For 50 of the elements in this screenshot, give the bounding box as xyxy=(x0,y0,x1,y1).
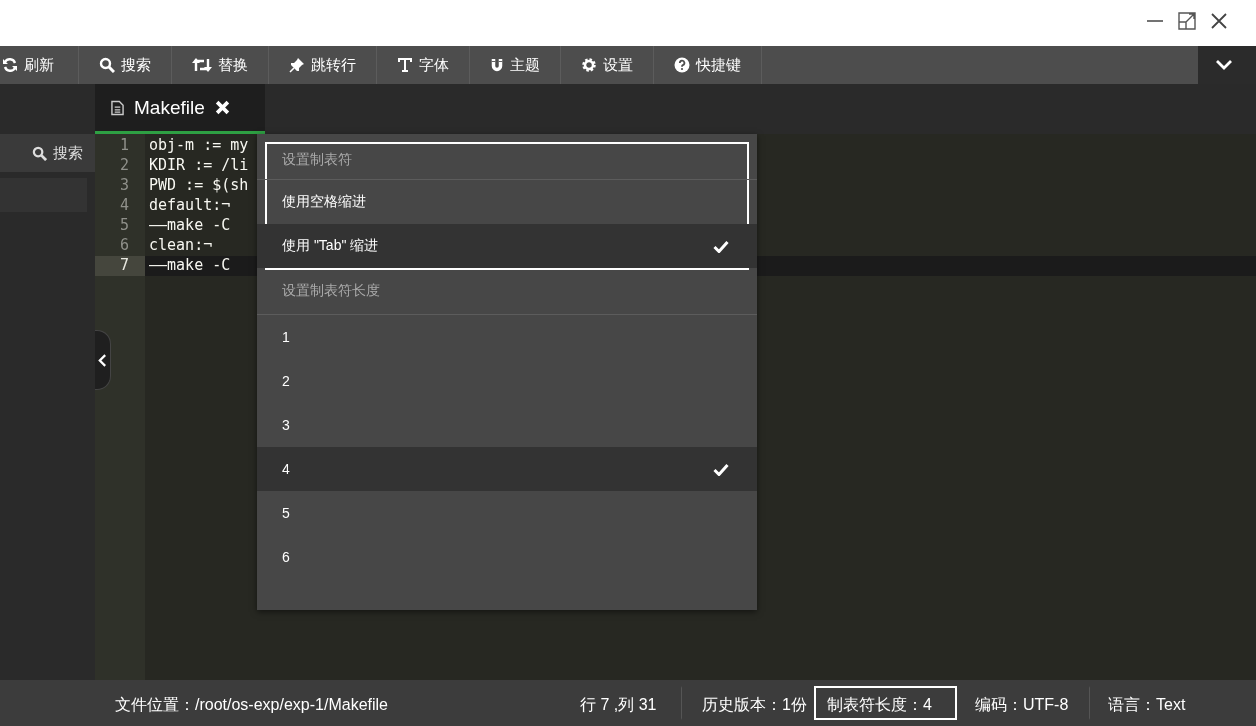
checkmark-icon xyxy=(713,462,729,476)
settings-icon xyxy=(581,57,597,73)
text-cursor-icon xyxy=(397,57,413,73)
close-button[interactable] xyxy=(1210,12,1228,30)
menu-heading: 设置制表符 xyxy=(257,144,757,180)
menu-item[interactable]: 2 xyxy=(257,359,757,403)
replace-icon xyxy=(192,57,212,73)
status-item: 语言：Text xyxy=(1107,695,1187,715)
code-line: KDIR := /li xyxy=(149,156,249,174)
menu-item[interactable]: 5 xyxy=(257,491,757,535)
magnet-icon xyxy=(490,57,504,73)
line-number: 7 xyxy=(95,256,145,276)
code-line: obj-m := my xyxy=(149,136,249,154)
code-line: default:¬ xyxy=(149,196,231,214)
file-tab[interactable]: Makefile xyxy=(95,84,265,134)
status-item: 制表符长度：4 xyxy=(814,686,957,720)
menu-item[interactable]: 3 xyxy=(257,403,757,447)
refresh-icon xyxy=(2,57,18,73)
checkmark-icon xyxy=(713,239,729,253)
line-number: 4 xyxy=(118,196,130,216)
line-number: 3 xyxy=(118,176,130,196)
code-line: PWD := $(sh xyxy=(149,176,249,194)
search-icon xyxy=(32,145,47,161)
line-number: 5 xyxy=(118,216,130,236)
chevron-down-icon xyxy=(1215,59,1233,71)
sidebar-button[interactable]: 搜索 xyxy=(26,143,83,163)
status-item: 编码：UTF-8 xyxy=(965,686,1090,720)
menu-item[interactable]: 使用 "Tab" 缩进 xyxy=(257,224,757,268)
document-icon xyxy=(111,99,124,116)
line-number: 2 xyxy=(118,156,130,176)
status-item: 文件位置：/root/os-exp/exp-1/Makefile xyxy=(114,695,389,715)
line-number: 6 xyxy=(118,236,130,256)
menu-item[interactable]: 使用空格缩进 xyxy=(257,180,757,224)
close-icon[interactable] xyxy=(214,100,230,115)
menu-item[interactable]: 6 xyxy=(257,535,757,579)
code-line: clean:¬ xyxy=(149,236,213,254)
code-line: ——make -C xyxy=(149,216,231,234)
code-line: ——make -C xyxy=(149,256,231,274)
status-item: 历史版本：1份 xyxy=(701,695,808,715)
pushpin-icon xyxy=(289,57,305,73)
help-icon xyxy=(674,57,690,73)
menu-heading: 设置制表符长度 xyxy=(257,272,757,315)
search-icon xyxy=(99,57,115,73)
status-item: 行 7 ,列 31 xyxy=(570,686,682,720)
maximize-button[interactable] xyxy=(1178,12,1196,30)
line-number: 1 xyxy=(118,136,130,156)
menu-item[interactable]: 4 xyxy=(257,447,757,491)
collapse-handle[interactable] xyxy=(95,330,111,390)
menu-item[interactable]: 1 xyxy=(257,315,757,359)
chevron-left-icon xyxy=(98,353,107,367)
